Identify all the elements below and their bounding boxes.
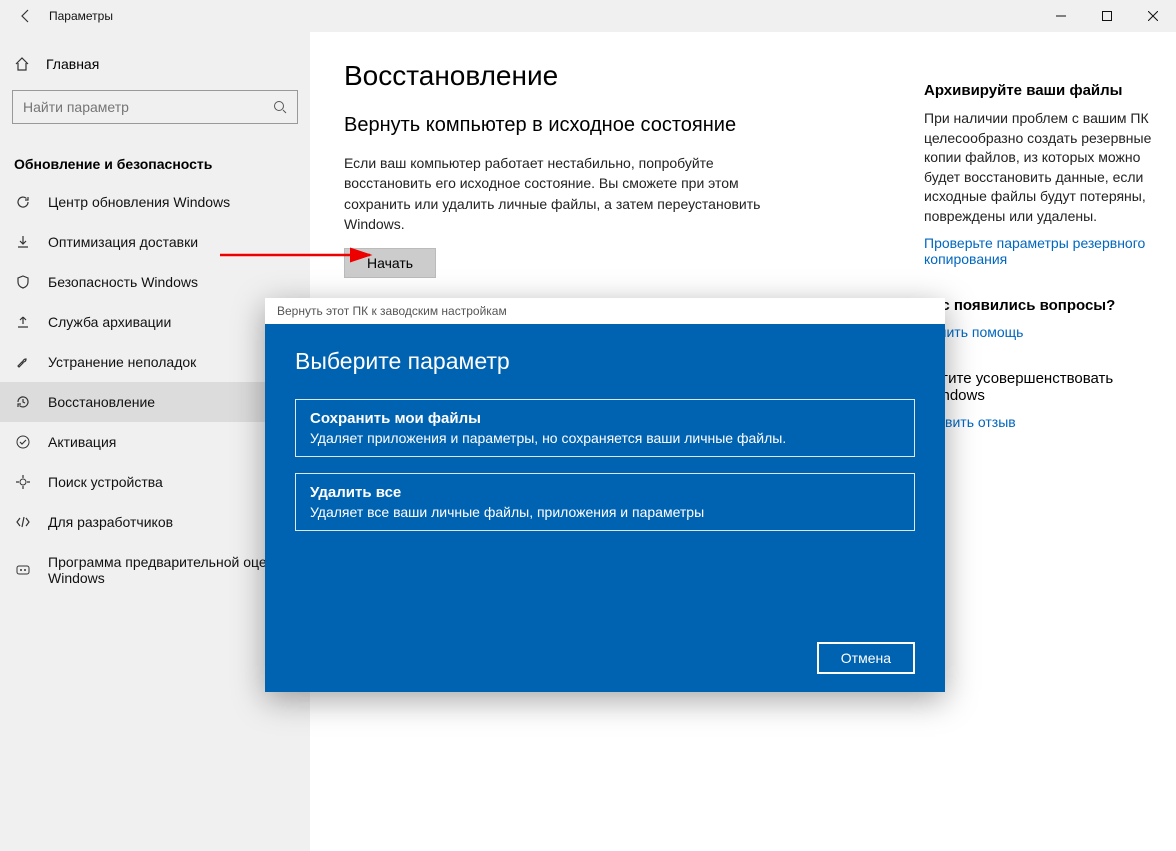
insider-icon: [14, 562, 32, 578]
sidebar-item-label: Для разработчиков: [48, 514, 173, 530]
option-title: Сохранить мои файлы: [310, 410, 900, 427]
window-title: Параметры: [48, 9, 113, 23]
sidebar-item-delivery-optimization[interactable]: Оптимизация доставки: [0, 222, 310, 262]
titlebar: Параметры: [0, 0, 1176, 32]
option-remove-everything[interactable]: Удалить все Удаляет все ваши личные файл…: [295, 473, 915, 531]
cancel-button[interactable]: Отмена: [817, 642, 915, 674]
locate-icon: [14, 474, 32, 490]
section-description: Если ваш компьютер работает нестабильно,…: [344, 153, 764, 234]
dev-icon: [14, 514, 32, 530]
sidebar-item-insider[interactable]: Программа предварительной оценки Windows: [0, 542, 310, 598]
section-heading: Вернуть компьютер в исходное состояние: [344, 114, 882, 137]
sidebar-item-troubleshoot[interactable]: Устранение неполадок: [0, 342, 310, 382]
start-button[interactable]: Начать: [344, 248, 436, 278]
home-icon: [14, 56, 32, 72]
sidebar-item-label: Служба архивации: [48, 314, 171, 330]
sidebar-home-label: Главная: [46, 56, 99, 72]
backup-settings-link[interactable]: Проверьте параметры резервного копирован…: [924, 235, 1152, 267]
download-icon: [14, 234, 32, 250]
sidebar-item-label: Поиск устройства: [48, 474, 163, 490]
sidebar-item-label: Активация: [48, 434, 116, 450]
dialog-title: Вернуть этот ПК к заводским настройкам: [265, 298, 945, 324]
check-icon: [14, 434, 32, 450]
maximize-button[interactable]: [1084, 0, 1130, 32]
search-input[interactable]: [23, 99, 273, 115]
sidebar-item-developers[interactable]: Для разработчиков: [0, 502, 310, 542]
aside-backup-heading: Архивируйте ваши файлы: [924, 82, 1152, 99]
option-desc: Удаляет все ваши личные файлы, приложени…: [310, 504, 900, 520]
close-button[interactable]: [1130, 0, 1176, 32]
sidebar-item-find-device[interactable]: Поиск устройства: [0, 462, 310, 502]
history-icon: [14, 394, 32, 410]
aside-questions-heading: вас появились вопросы?: [924, 297, 1152, 314]
wrench-icon: [14, 354, 32, 370]
get-help-link[interactable]: лучить помощь: [924, 324, 1152, 340]
option-title: Удалить все: [310, 484, 900, 501]
option-desc: Удаляет приложения и параметры, но сохра…: [310, 430, 900, 446]
sidebar-group-title: Обновление и безопасность: [0, 132, 310, 182]
sidebar-item-label: Оптимизация доставки: [48, 234, 198, 250]
search-icon: [273, 100, 287, 114]
sidebar-item-windows-update[interactable]: Центр обновления Windows: [0, 182, 310, 222]
sidebar-item-label: Безопасность Windows: [48, 274, 198, 290]
sidebar-item-label: Центр обновления Windows: [48, 194, 230, 210]
sidebar-item-backup[interactable]: Служба архивации: [0, 302, 310, 342]
sidebar-item-label: Программа предварительной оценки Windows: [48, 554, 296, 586]
sidebar-item-recovery[interactable]: Восстановление: [0, 382, 310, 422]
search-box[interactable]: [12, 90, 298, 124]
option-keep-files[interactable]: Сохранить мои файлы Удаляет приложения и…: [295, 399, 915, 457]
sync-icon: [14, 194, 32, 210]
dialog-heading: Выберите параметр: [295, 348, 915, 375]
page-heading: Восстановление: [344, 60, 882, 92]
back-button[interactable]: [4, 0, 48, 32]
sidebar: Главная Обновление и безопасность Центр …: [0, 32, 310, 851]
sidebar-item-label: Устранение неполадок: [48, 354, 196, 370]
aside-backup-text: При наличии проблем с вашим ПК целесообр…: [924, 109, 1152, 227]
minimize-button[interactable]: [1038, 0, 1084, 32]
feedback-link[interactable]: ставить отзыв: [924, 414, 1152, 430]
reset-pc-dialog: Вернуть этот ПК к заводским настройкам В…: [265, 298, 945, 692]
info-panel: Архивируйте ваши файлы При наличии пробл…: [916, 32, 1176, 851]
sidebar-home[interactable]: Главная: [0, 46, 310, 82]
shield-icon: [14, 274, 32, 290]
backup-icon: [14, 314, 32, 330]
sidebar-item-security[interactable]: Безопасность Windows: [0, 262, 310, 302]
sidebar-item-label: Восстановление: [48, 394, 155, 410]
sidebar-item-activation[interactable]: Активация: [0, 422, 310, 462]
aside-feedback-heading: могите усовершенствовать Windows: [924, 370, 1152, 404]
